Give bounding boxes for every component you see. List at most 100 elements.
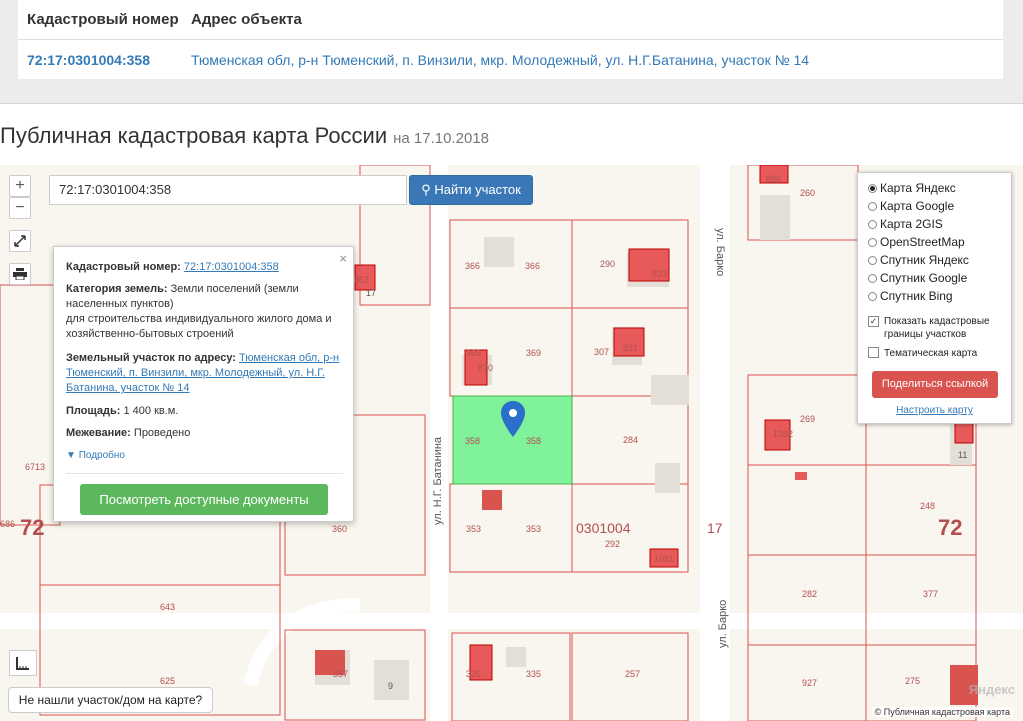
zoom-out-button[interactable]: − [9, 197, 31, 219]
show-borders-checkbox[interactable]: ✓ [868, 316, 879, 327]
parcel-label: 831 [623, 343, 639, 353]
parcel-label: 9 [388, 681, 394, 691]
search-input[interactable]: 72:17:0301004:358 [49, 175, 407, 205]
show-borders-label: Показать кадастровые границы участков [884, 316, 990, 340]
radio-icon[interactable] [868, 273, 877, 283]
find-parcel-button[interactable]: ⚲ Найти участок [409, 175, 533, 205]
layer-option-label: OpenStreetMap [880, 235, 965, 249]
parcel-label: 1081 [654, 554, 675, 564]
table-divider [18, 39, 1003, 40]
column-header-address: Адрес объекта [191, 11, 302, 28]
popup-address-label: Земельный участок по адресу: [66, 352, 236, 364]
fullscreen-icon [14, 235, 26, 247]
parcel-label: 377 [923, 589, 939, 599]
parcel-label: 927 [802, 678, 818, 688]
fullscreen-button[interactable] [9, 230, 31, 252]
parcel-label: 260 [800, 188, 816, 198]
street-label-batanina: ул. Н.Г. Батанина [432, 436, 444, 525]
parcel-label: 358 [526, 436, 542, 446]
parcel-label: 1082 [773, 429, 794, 439]
parcel-label: 335 [526, 669, 542, 679]
parcel-label: 686 [0, 519, 16, 529]
map-layers-panel: Карта Яндекс Карта Google Карта 2GIS Ope… [857, 172, 1012, 424]
print-button[interactable] [9, 263, 31, 285]
page-title-text: Публичная кадастровая карта России [0, 123, 388, 148]
popup-survey-row: Межевание: Проведено [66, 426, 190, 441]
cadastral-map[interactable]: 366 366 290 833 369 369 307 831 358 358 … [0, 165, 1023, 721]
parcel-label: 369 [466, 348, 482, 358]
layer-option-yandex-satellite[interactable]: Спутник Яндекс [868, 253, 969, 267]
popup-number-link[interactable]: 72:17:0301004:358 [184, 261, 279, 273]
share-link-button[interactable]: Поделиться ссылкой [872, 371, 998, 398]
layer-option-bing-satellite[interactable]: Спутник Bing [868, 289, 953, 303]
popup-survey-label: Межевание: [66, 427, 131, 439]
cadastral-number-link[interactable]: 72:17:0301004:358 [27, 52, 150, 68]
parcel-label: 643 [160, 602, 176, 612]
column-header-number: Кадастровый номер [27, 11, 179, 28]
more-details-label: Подробно [78, 450, 125, 461]
radio-icon[interactable] [868, 219, 877, 229]
popup-area-label: Площадь: [66, 405, 121, 417]
map-copyright: © Публичная кадастровая карта [871, 707, 1013, 717]
radio-icon[interactable] [868, 183, 877, 193]
parcel-label: 292 [605, 539, 621, 549]
layer-option-2gis-map[interactable]: Карта 2GIS [868, 217, 943, 231]
page-title: Публичная кадастровая карта России на 17.… [0, 123, 489, 149]
chevron-down-icon: ▼ [66, 450, 76, 461]
results-band: Кадастровый номер Адрес объекта 72:17:03… [0, 0, 1023, 104]
layer-option-osm[interactable]: OpenStreetMap [868, 235, 965, 249]
radio-icon[interactable] [868, 201, 877, 211]
parcel-label: 248 [920, 501, 936, 511]
parcel-label: 353 [526, 524, 542, 534]
popup-usage-value: для строительства индивидуального жилого… [66, 313, 332, 340]
layer-option-google-map[interactable]: Карта Google [868, 199, 954, 213]
popup-number-label: Кадастровый номер: [66, 261, 181, 273]
popup-area-value: 1 400 кв.м. [123, 405, 179, 417]
parcel-label: 6713 [25, 462, 46, 472]
parcel-label: 358 [465, 436, 481, 446]
parcel-label: 275 [905, 676, 921, 686]
customize-map-link[interactable]: Настроить карту [858, 405, 1011, 416]
layer-option-label: Карта 2GIS [880, 217, 943, 231]
more-details-link[interactable]: ▼ Подробно [66, 450, 125, 461]
radio-icon[interactable] [868, 237, 877, 247]
parcel-label: 366 [465, 261, 481, 271]
search-icon: ⚲ [421, 182, 431, 197]
parcel-info-popup: × Кадастровый номер: 72:17:0301004:358 К… [53, 246, 354, 522]
radio-icon[interactable] [868, 291, 877, 301]
layer-option-yandex-map[interactable]: Карта Яндекс [868, 181, 956, 195]
find-parcel-label: Найти участок [434, 182, 521, 197]
zoom-in-button[interactable]: + [9, 175, 31, 197]
radio-icon[interactable] [868, 255, 877, 265]
popup-number-row: Кадастровый номер: 72:17:0301004:358 [66, 260, 279, 275]
parcel-label: 625 [160, 676, 176, 686]
layer-option-label: Карта Яндекс [880, 181, 956, 195]
parcel-label: 360 [332, 524, 348, 534]
ruler-button[interactable] [9, 650, 37, 676]
popup-area-row: Площадь: 1 400 кв.м. [66, 404, 178, 419]
layer-option-google-satellite[interactable]: Спутник Google [868, 271, 967, 285]
popup-category-label: Категория земель: [66, 283, 168, 295]
quarter-label-right: 72 [938, 515, 963, 540]
yandex-watermark: Яндекс [968, 682, 1015, 697]
address-link[interactable]: Тюменская обл, р-н Тюменский, п. Винзили… [191, 52, 809, 68]
popup-survey-value: Проведено [133, 427, 191, 439]
parcel-label: 357 [333, 669, 349, 679]
parcel-label: 290 [600, 259, 616, 269]
parcel-label: 335 [466, 669, 482, 679]
printer-icon [13, 268, 27, 281]
street-label-barko: ул. Барко [714, 228, 726, 277]
location-marker-icon[interactable] [501, 401, 525, 437]
popup-category-row: Категория земель: Земли поселений (земли… [66, 282, 341, 342]
close-icon[interactable]: × [339, 251, 347, 266]
view-documents-button[interactable]: Посмотреть доступные документы [80, 484, 328, 515]
layer-option-label: Спутник Google [880, 271, 968, 285]
popup-address-row: Земельный участок по адресу: Тюменская о… [66, 351, 346, 396]
layer-option-label: Спутник Bing [880, 289, 953, 303]
road-horizontal [0, 613, 1023, 629]
thematic-map-checkbox[interactable] [868, 347, 879, 358]
not-found-button[interactable]: Не нашли участок/дом на карте? [8, 687, 213, 713]
quarter-label-left: 72 [20, 515, 45, 540]
block-label: 0301004 [576, 520, 631, 536]
ruler-icon [16, 657, 29, 670]
